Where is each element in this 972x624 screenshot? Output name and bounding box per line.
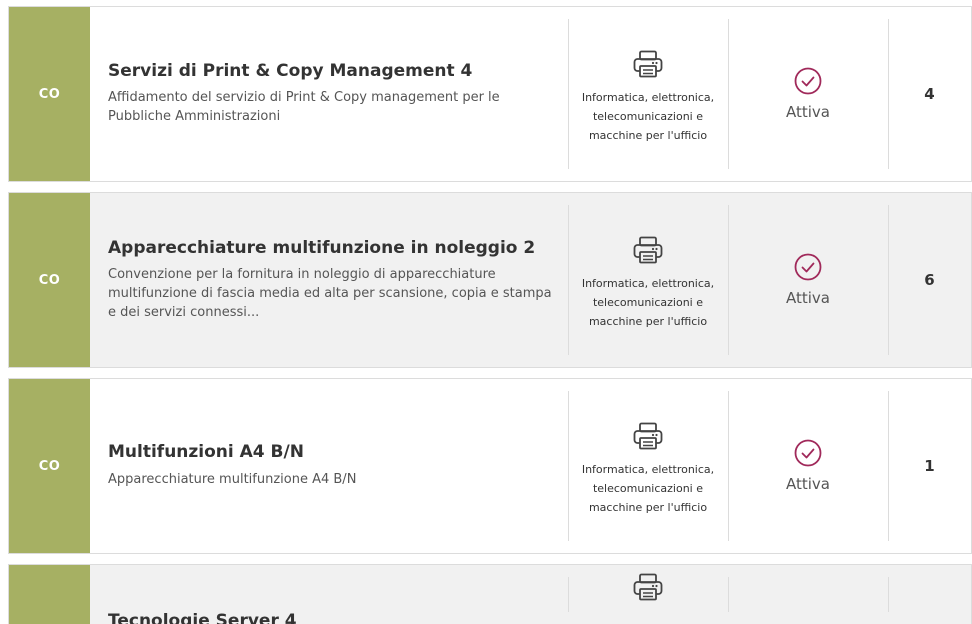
count-column: 6 xyxy=(888,193,971,367)
agreement-info: Servizi di Print & Copy Management 4 Aff… xyxy=(90,7,568,181)
column-divider xyxy=(888,205,889,355)
column-divider xyxy=(568,205,569,355)
item-count: 1 xyxy=(924,457,935,475)
agreement-info: Tecnologie Server 4 xyxy=(90,565,568,624)
agreements-list: CO Servizi di Print & Copy Management 4 … xyxy=(8,6,972,624)
agreement-card[interactable]: CO Multifunzioni A4 B/N Apparecchiature … xyxy=(8,378,972,554)
count-column: 1 xyxy=(888,379,971,553)
category-column xyxy=(568,565,728,624)
column-divider xyxy=(728,391,729,541)
count-column: 4 xyxy=(888,7,971,181)
column-divider xyxy=(568,391,569,541)
status-column: Attiva xyxy=(728,7,888,181)
column-divider xyxy=(728,205,729,355)
column-divider xyxy=(728,577,729,612)
agreement-description: Convenzione per la fornitura in noleggio… xyxy=(108,266,552,320)
status-label: Attiva xyxy=(786,475,830,493)
column-divider xyxy=(888,577,889,612)
check-circle-icon xyxy=(794,67,822,95)
agreement-card[interactable]: Tecnologie Server 4 xyxy=(8,564,972,624)
agreement-title[interactable]: Multifunzioni A4 B/N xyxy=(108,442,554,462)
agreement-description: Affidamento del servizio di Print & Copy… xyxy=(108,90,500,125)
printer-icon xyxy=(633,236,663,263)
printer-icon xyxy=(633,422,663,449)
status-label: Attiva xyxy=(786,103,830,121)
item-count: 6 xyxy=(924,271,935,289)
agreement-card[interactable]: CO Apparecchiature multifunzione in nole… xyxy=(8,192,972,368)
agreement-info: Apparecchiature multifunzione in noleggi… xyxy=(90,193,568,367)
type-tag: CO xyxy=(9,193,90,367)
category-column: Informatica, elettronica, telecomunicazi… xyxy=(568,7,728,181)
item-count: 4 xyxy=(924,85,935,103)
agreement-description: Apparecchiature multifunzione A4 B/N xyxy=(108,471,357,487)
printer-icon xyxy=(633,573,663,601)
printer-icon xyxy=(633,50,663,77)
status-column: Attiva xyxy=(728,193,888,367)
category-column: Informatica, elettronica, telecomunicazi… xyxy=(568,193,728,367)
check-circle-icon xyxy=(794,439,822,467)
agreement-title[interactable]: Tecnologie Server 4 xyxy=(108,611,554,624)
type-tag: CO xyxy=(9,379,90,553)
category-label: Informatica, elettronica, telecomunicazi… xyxy=(581,462,715,514)
category-column: Informatica, elettronica, telecomunicazi… xyxy=(568,379,728,553)
column-divider xyxy=(888,19,889,169)
category-label: Informatica, elettronica, telecomunicazi… xyxy=(581,276,715,328)
check-circle-icon xyxy=(794,253,822,281)
status-column: Attiva xyxy=(728,379,888,553)
column-divider xyxy=(568,19,569,169)
status-column xyxy=(728,565,888,624)
column-divider xyxy=(888,391,889,541)
category-label: Informatica, elettronica, telecomunicazi… xyxy=(581,90,715,142)
count-column xyxy=(888,565,971,624)
agreement-card[interactable]: CO Servizi di Print & Copy Management 4 … xyxy=(8,6,972,182)
type-tag: CO xyxy=(9,7,90,181)
agreement-info: Multifunzioni A4 B/N Apparecchiature mul… xyxy=(90,379,568,553)
column-divider xyxy=(568,577,569,612)
agreement-title[interactable]: Apparecchiature multifunzione in noleggi… xyxy=(108,238,554,258)
type-tag xyxy=(9,565,90,624)
column-divider xyxy=(728,19,729,169)
status-label: Attiva xyxy=(786,289,830,307)
agreement-title[interactable]: Servizi di Print & Copy Management 4 xyxy=(108,61,554,81)
